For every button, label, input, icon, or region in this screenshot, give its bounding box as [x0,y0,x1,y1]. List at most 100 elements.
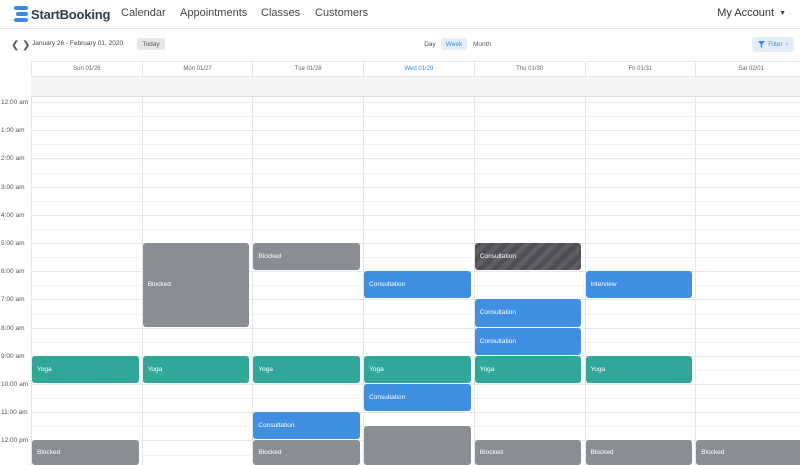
event-title: Blocked [258,449,282,457]
time-label: 12:00 pm [1,437,29,445]
time-label: 10:00 am [1,381,29,388]
hour-line [31,327,800,329]
event-yoga[interactable]: Yoga [474,355,582,383]
nav-calendar[interactable]: Calendar [121,7,166,19]
event-title: Blocked [590,449,614,457]
event-title: Yoga [369,365,384,373]
prev-week-icon[interactable]: ❮ [11,40,19,51]
time-label: 2:00 am [1,155,25,163]
time-gutter [0,61,31,465]
hour-line [31,186,800,188]
all-day-row[interactable] [0,76,800,97]
half-hour-line [31,228,800,230]
view-month-button[interactable]: Month [470,38,494,50]
event-title: Consultation [479,253,516,261]
event-consultation[interactable]: Consultation [474,243,582,271]
time-label: 1:00 am [1,127,25,135]
event-yoga[interactable]: Yoga [32,355,139,383]
hour-line [31,102,800,103]
filter-button[interactable]: Filter ‹ [752,37,794,52]
account-menu[interactable]: My Account ▼ [717,7,786,19]
calendar-toolbar: ❮ ❯ January 26 - February 01, 2020 Today… [0,29,800,61]
event-blocked[interactable]: Blocked [253,440,361,465]
time-label: 11:00 am [1,409,28,417]
time-label: 8:00 am [1,324,25,332]
event-title: Consultation [258,422,295,430]
filter-icon [758,41,766,48]
week-calendar: Sun 01/26 Mon 01/27 Tue 01/28 Wed 01/29 Thu … [0,61,800,465]
event-title: Interview [590,281,617,289]
half-hour-line [31,144,800,146]
day-header-3[interactable]: Wed 01/29 [363,61,474,76]
event-block[interactable] [364,426,471,465]
event-title: Consultation [479,309,516,317]
view-week-button[interactable]: Week [441,38,467,50]
day-column-2[interactable] [252,97,363,465]
today-button[interactable]: Today [137,38,165,50]
day-header-5[interactable]: Fri 01/31 [584,61,696,76]
event-blocked[interactable]: Blocked [32,440,139,465]
event-title: Consultation [369,281,406,289]
chevron-down-icon: ▼ [779,9,786,17]
event-title: Blocked [147,281,171,289]
event-title: Consultation [369,394,406,402]
view-day-button[interactable]: Day [422,38,438,50]
top-navigation: StartBooking Calendar Appointments Class… [0,0,800,29]
event-blocked[interactable]: Blocked [142,243,250,327]
event-blocked[interactable]: Blocked [585,440,693,465]
event-interview[interactable]: Interview [585,271,693,299]
hour-line [31,158,800,160]
event-blocked[interactable]: Blocked [474,440,582,465]
event-consultation[interactable]: Consultation [474,299,582,327]
half-hour-line [31,116,800,118]
event-title: Blocked [258,253,282,261]
event-blocked[interactable]: Blocked [253,243,361,271]
event-title: Blocked [37,449,61,457]
filter-label: Filter [768,41,783,48]
event-consultation[interactable]: Consultation [253,412,361,440]
hour-line [31,412,800,414]
event-title: Blocked [479,449,503,457]
half-hour-line [31,341,800,343]
time-label: 9:00 am [1,352,25,360]
day-header-6[interactable]: Sat 02/01 [695,61,800,76]
event-yoga[interactable]: Yoga [585,355,693,383]
event-yoga[interactable]: Yoga [364,355,471,383]
day-column-4[interactable] [473,97,585,465]
chevron-left-icon: ‹ [785,41,788,48]
time-label: 6:00 am [1,268,25,276]
event-title: Yoga [590,365,606,373]
day-header-4[interactable]: Thu 01/30 [473,61,585,76]
event-yoga[interactable]: Yoga [253,355,361,383]
day-column-0[interactable] [31,97,142,465]
day-header-0[interactable]: Sun 01/26 [31,61,142,76]
day-header-2[interactable]: Tue 01/28 [252,61,364,76]
event-yoga[interactable]: Yoga [142,355,250,383]
time-label: 3:00 am [1,183,25,191]
event-consultation[interactable]: Consultation [364,384,471,412]
brand-logo[interactable]: StartBooking [14,5,110,23]
event-title: Consultation [479,337,516,345]
event-blocked[interactable]: Blocked [696,440,800,465]
event-title: Yoga [37,365,52,373]
day-column-6[interactable] [695,97,800,465]
hour-line [31,130,800,132]
time-label: 7:00 am [1,296,25,304]
logo-icon [14,6,28,22]
time-label: 5:00 am [1,240,25,247]
event-consultation[interactable]: Consultation [364,271,471,299]
nav-customers[interactable]: Customers [315,7,368,19]
day-header-1[interactable]: Mon 01/27 [141,61,253,76]
event-title: Blocked [701,449,725,457]
hour-line [31,214,800,216]
time-label: 4:00 am [1,211,25,219]
event-title: Yoga [258,365,273,373]
event-consultation[interactable]: Consultation [474,327,582,355]
nav-appointments[interactable]: Appointments [180,7,247,19]
half-hour-line [31,172,800,174]
next-week-icon[interactable]: ❯ [22,40,30,51]
nav-classes[interactable]: Classes [261,7,300,19]
event-title: Yoga [147,365,163,373]
account-label: My Account [717,7,775,19]
time-label: 12:00 am [1,99,29,106]
